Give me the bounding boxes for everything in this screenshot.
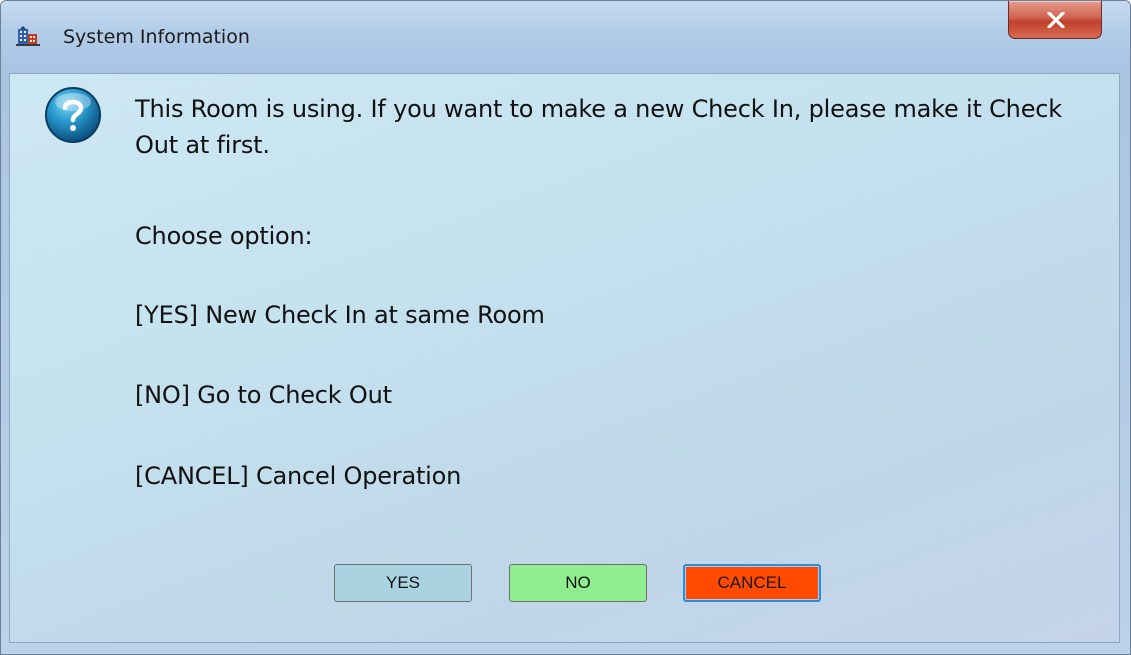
close-icon (1047, 12, 1065, 28)
hotel-building-icon (15, 25, 43, 47)
close-button[interactable] (1008, 1, 1102, 39)
dialog-window: System Information This Room is using. I… (0, 0, 1131, 655)
option-yes-text: [YES] New Check In at same Room (135, 301, 545, 329)
yes-button[interactable]: YES (334, 564, 472, 602)
no-button[interactable]: NO (509, 564, 647, 602)
window-title: System Information (63, 26, 250, 48)
no-button-label: NO (565, 573, 591, 592)
title-bar[interactable]: System Information (1, 1, 1130, 73)
cancel-button[interactable]: CANCEL (683, 564, 821, 602)
cancel-button-label: CANCEL (717, 573, 787, 592)
dialog-content: This Room is using. If you want to make … (9, 73, 1120, 643)
message-text: This Room is using. If you want to make … (135, 95, 1062, 159)
option-cancel-text: [CANCEL] Cancel Operation (135, 462, 462, 490)
yes-button-label: YES (385, 573, 421, 592)
option-no-text: [NO] Go to Check Out (135, 381, 392, 409)
choose-option-label: Choose option: (135, 222, 313, 250)
question-icon (44, 86, 102, 144)
